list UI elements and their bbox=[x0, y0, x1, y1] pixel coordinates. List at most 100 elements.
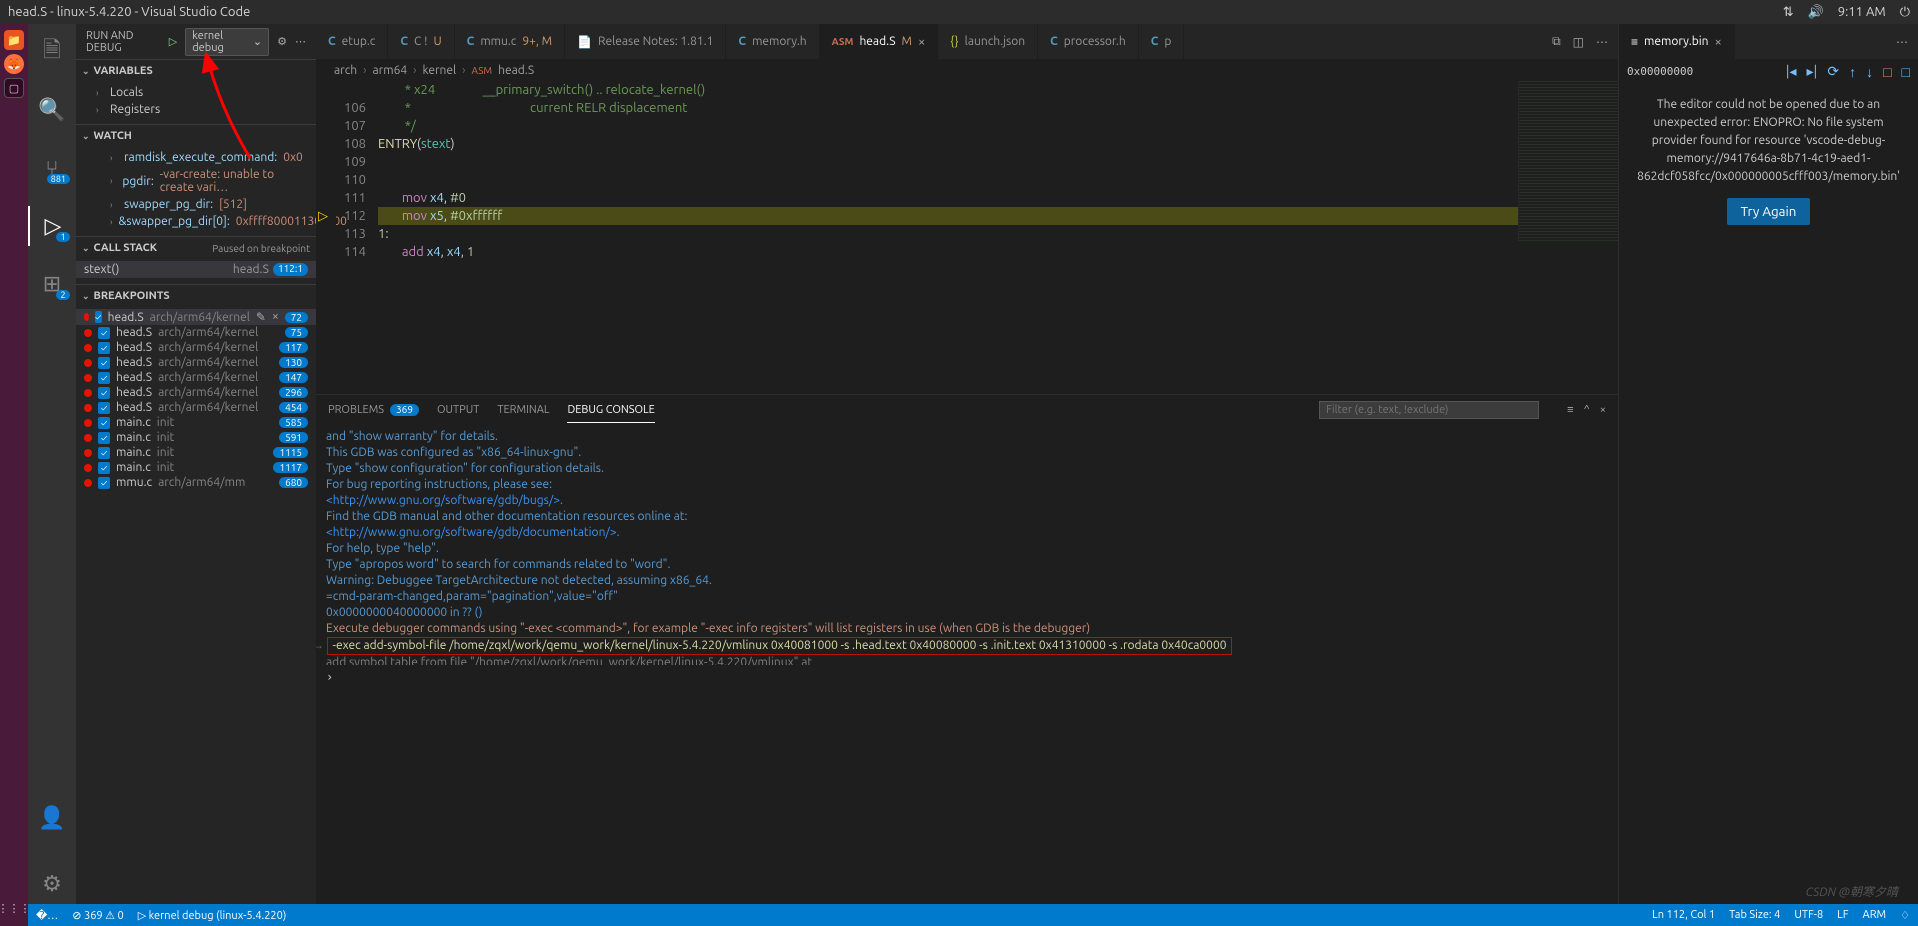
memory-toolbar: 0x00000000 |◂ ▸| ⟳ ↑ ↓ □ □ bbox=[1619, 59, 1918, 84]
activity-explorer[interactable]: 🗎 bbox=[28, 32, 76, 72]
nav-prev-icon[interactable]: |◂ bbox=[1786, 63, 1797, 80]
dock-firefox-icon[interactable]: 🦊 bbox=[4, 54, 24, 74]
breakpoint-row[interactable]: ✓main.cinit591 bbox=[76, 430, 316, 445]
editor-tab[interactable]: Cmmu.c9+, M bbox=[455, 24, 565, 59]
dock-files-icon[interactable]: 📁 bbox=[4, 30, 24, 50]
watch-item[interactable]: ›&swapper_pg_dir[0]: 0xffff80001130c000 bbox=[76, 213, 316, 230]
run-debug-header: RUN AND DEBUG ▷ kernel debug⌄ ⚙ ⋯ bbox=[76, 24, 316, 59]
maximize-icon[interactable]: ^ bbox=[1584, 404, 1590, 416]
down-icon[interactable]: ↓ bbox=[1866, 64, 1873, 80]
debug-console[interactable]: and "show warranty" for details.This GDB… bbox=[316, 425, 1618, 665]
stop-icon[interactable]: □ bbox=[1883, 64, 1891, 80]
network-icon[interactable]: ⇅ bbox=[1783, 5, 1794, 20]
up-icon[interactable]: ↑ bbox=[1849, 64, 1856, 80]
status-feedback[interactable]: ♢ bbox=[1900, 909, 1910, 922]
minimap[interactable] bbox=[1518, 81, 1618, 241]
callstack-frame[interactable]: stext() head.S 112:1 bbox=[76, 261, 316, 278]
breakpoint-row[interactable]: ✓head.Sarch/arm64/kernel117 bbox=[76, 340, 316, 355]
refresh-icon[interactable]: ⟳ bbox=[1827, 63, 1839, 80]
breakpoint-row[interactable]: ✓head.Sarch/arm64/kernel454 bbox=[76, 400, 316, 415]
more-icon[interactable]: ⋯ bbox=[1896, 35, 1908, 49]
callstack-section: ⌄CALL STACKPaused on breakpoint stext() … bbox=[76, 236, 316, 284]
memory-tab[interactable]: ≡ memory.bin × bbox=[1619, 24, 1735, 59]
callstack-header[interactable]: ⌄CALL STACKPaused on breakpoint bbox=[76, 237, 316, 259]
tab-debug-console[interactable]: DEBUG CONSOLE bbox=[567, 398, 654, 423]
filter-input[interactable] bbox=[1319, 401, 1539, 419]
power-icon[interactable]: ⏻ bbox=[1900, 5, 1910, 20]
window-title: head.S - linux-5.4.220 - Visual Studio C… bbox=[8, 5, 1783, 19]
activity-debug[interactable]: ▷1 bbox=[28, 206, 76, 246]
watch-header[interactable]: ⌄WATCH bbox=[76, 125, 316, 147]
tab-output[interactable]: OUTPUT bbox=[437, 398, 479, 422]
breakpoint-row[interactable]: ✓main.cinit585 bbox=[76, 415, 316, 430]
breakpoint-row[interactable]: ✓head.Sarch/arm64/kernel296 bbox=[76, 385, 316, 400]
status-eol[interactable]: LF bbox=[1837, 909, 1848, 922]
nav-next-icon[interactable]: ▸| bbox=[1807, 63, 1818, 80]
tab-terminal[interactable]: TERMINAL bbox=[497, 398, 549, 422]
compare-icon[interactable]: ⧉ bbox=[1552, 35, 1561, 49]
watch-item[interactable]: ›swapper_pg_dir: [512] bbox=[76, 196, 316, 213]
breakpoint-row[interactable]: ✓head.Sarch/arm64/kernel147 bbox=[76, 370, 316, 385]
breakpoint-row[interactable]: ✓head.Sarch/arm64/kernel75 bbox=[76, 325, 316, 340]
status-indent[interactable]: Tab Size: 4 bbox=[1729, 909, 1780, 922]
editor-tabs: Cetup.cCC !UCmmu.c9+, M📄Release Notes: 1… bbox=[316, 24, 1618, 59]
breakpoints-header[interactable]: ⌄BREAKPOINTS bbox=[76, 285, 316, 307]
code-editor[interactable]: ▷ 106107108109110111112113114 * x24 __pr… bbox=[316, 81, 1618, 241]
variables-header[interactable]: ⌄VARIABLES bbox=[76, 60, 316, 82]
close-icon[interactable]: × bbox=[1715, 35, 1722, 49]
variables-registers[interactable]: ›Registers bbox=[76, 101, 316, 118]
breakpoint-row[interactable]: ✓main.cinit1115 bbox=[76, 445, 316, 460]
editor-tab[interactable]: 📄Release Notes: 1.81.1 bbox=[565, 24, 726, 59]
status-problems[interactable]: ⊘ 369 ⚠ 0 bbox=[72, 909, 123, 922]
editor-tab[interactable]: {}launch.json bbox=[938, 24, 1038, 59]
asm-icon: ASM bbox=[472, 65, 493, 76]
status-lang[interactable]: ARM bbox=[1863, 909, 1887, 922]
activity-bar: 🗎 🔍 ⑂881 ▷1 ⊞2 👤 ⚙ bbox=[28, 24, 76, 904]
editor-tab[interactable]: Cmemory.h bbox=[726, 24, 819, 59]
activity-account[interactable]: 👤 bbox=[28, 798, 76, 838]
editor-tab[interactable]: CC !U bbox=[388, 24, 454, 59]
variables-section: ⌄VARIABLES ›Locals ›Registers bbox=[76, 59, 316, 124]
remote-indicator[interactable]: �… bbox=[36, 909, 58, 922]
watch-item[interactable]: ›pgdir: -var-create: unable to create va… bbox=[76, 166, 316, 196]
run-debug-title: RUN AND DEBUG bbox=[86, 30, 161, 54]
collapse-icon[interactable]: □ bbox=[1902, 64, 1910, 80]
breakpoint-row[interactable]: ✓mmu.carch/arm64/mm680 bbox=[76, 475, 316, 490]
more-icon[interactable]: ⋯ bbox=[1596, 35, 1608, 49]
variables-locals[interactable]: ›Locals bbox=[76, 84, 316, 101]
activity-extensions[interactable]: ⊞2 bbox=[28, 264, 76, 304]
activity-search[interactable]: 🔍 bbox=[28, 90, 76, 130]
breadcrumb[interactable]: arch› arm64› kernel› ASM head.S bbox=[316, 59, 1618, 81]
start-debug-icon[interactable]: ▷ bbox=[169, 35, 177, 48]
close-panel-icon[interactable]: × bbox=[1600, 404, 1606, 416]
dock-apps-icon[interactable]: ⋮⋮⋮ bbox=[4, 898, 24, 918]
volume-icon[interactable]: 🔊 bbox=[1808, 5, 1824, 20]
editor-tab[interactable]: ASMhead.SM× bbox=[820, 24, 939, 59]
activity-settings[interactable]: ⚙ bbox=[28, 864, 76, 904]
gear-icon[interactable]: ⚙ bbox=[277, 35, 287, 48]
status-cursor[interactable]: Ln 112, Col 1 bbox=[1652, 909, 1715, 922]
status-encoding[interactable]: UTF-8 bbox=[1794, 909, 1823, 922]
breakpoint-row[interactable]: ✓main.cinit1117 bbox=[76, 460, 316, 475]
editor-tab[interactable]: Cetup.c bbox=[316, 24, 388, 59]
split-icon[interactable]: ◫ bbox=[1573, 35, 1584, 49]
editor-tab[interactable]: Cp bbox=[1139, 24, 1185, 59]
status-debug-target[interactable]: ▷ kernel debug (linux-5.4.220) bbox=[138, 909, 287, 922]
filter-icon[interactable]: ≡ bbox=[1567, 404, 1573, 416]
breakpoint-row[interactable]: ✓head.Sarch/arm64/kernel✎×72 bbox=[76, 309, 316, 325]
memory-address: 0x00000000 bbox=[1627, 65, 1776, 78]
memory-editor-panel: ≡ memory.bin × ⋯ 0x00000000 |◂ ▸| ⟳ ↑ ↓ … bbox=[1618, 24, 1918, 904]
more-icon[interactable]: ⋯ bbox=[295, 35, 306, 48]
panel-actions: ≡ ^ × bbox=[1567, 404, 1606, 416]
dock-terminal-icon[interactable]: ▢ bbox=[4, 78, 24, 98]
status-bar: �… ⊘ 369 ⚠ 0 ▷ kernel debug (linux-5.4.2… bbox=[28, 904, 1918, 926]
try-again-button[interactable]: Try Again bbox=[1727, 198, 1811, 225]
watch-item[interactable]: ›ramdisk_execute_command: 0x0 bbox=[76, 149, 316, 166]
debug-config-dropdown[interactable]: kernel debug⌄ bbox=[185, 28, 269, 56]
console-input-prompt[interactable]: › bbox=[316, 665, 1618, 905]
tab-problems[interactable]: PROBLEMS369 bbox=[328, 398, 419, 422]
breakpoint-row[interactable]: ✓head.Sarch/arm64/kernel130 bbox=[76, 355, 316, 370]
editor-tab[interactable]: Cprocessor.h bbox=[1038, 24, 1139, 59]
ubuntu-dock: 📁 🦊 ▢ ⋮⋮⋮ bbox=[0, 24, 28, 926]
activity-scm[interactable]: ⑂881 bbox=[28, 148, 76, 188]
